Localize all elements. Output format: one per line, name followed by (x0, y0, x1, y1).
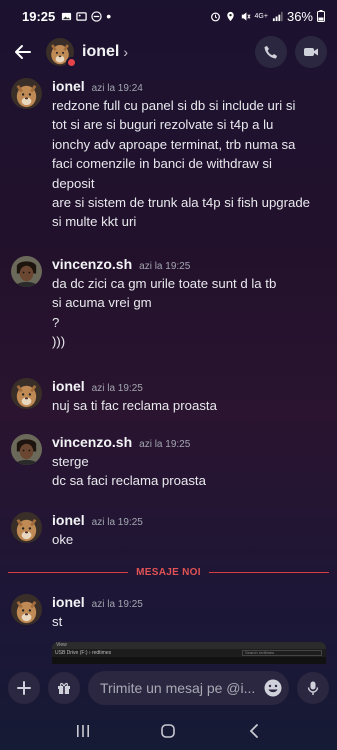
phone-icon (264, 46, 277, 59)
back-arrow-icon[interactable] (10, 39, 36, 65)
message-author[interactable]: ionel (52, 594, 85, 610)
message-input[interactable] (100, 680, 263, 696)
location-icon (226, 11, 234, 21)
avatar[interactable] (11, 512, 42, 543)
gift-button[interactable] (48, 672, 80, 704)
channel-header: ionel › (0, 32, 337, 72)
message-line: deposit (52, 175, 95, 191)
attachment-search-text: Search redtimes (242, 650, 322, 656)
avatar[interactable] (11, 378, 42, 409)
back-chevron-icon (249, 724, 259, 738)
home-icon (161, 724, 176, 738)
message-line: tot si are si buguri rezolvate si t4p a … (52, 117, 274, 133)
message-line: nuj sa ti fac reclama proasta (52, 398, 217, 413)
message-line: sterge (52, 454, 89, 469)
message-timestamp: azi la 19:24 (91, 83, 143, 94)
message-author[interactable]: ionel (52, 78, 85, 94)
notification-dot-icon: • (106, 8, 112, 24)
message-author[interactable]: vincenzo.sh (52, 434, 132, 450)
message-timestamp: azi la 19:25 (139, 261, 191, 272)
message-line: faci comenzile in banci de withdraw si (52, 156, 272, 172)
image-attachment[interactable]: View USB Drive (F:) › redtimes Search re… (52, 642, 326, 664)
message-timestamp: azi la 19:25 (91, 599, 143, 610)
avatar[interactable] (11, 594, 42, 625)
message-input-wrapper[interactable] (88, 671, 289, 705)
message-line: dc sa faci reclama proasta (52, 473, 206, 489)
video-camera-icon (304, 48, 318, 56)
dnd-status-icon (66, 57, 77, 68)
avatar[interactable] (11, 78, 42, 109)
message-author[interactable]: vincenzo.sh (52, 256, 132, 272)
new-messages-label: MESAJE NOI (136, 566, 201, 578)
message-line: are si sistem de trunk ala t4p si fish u… (52, 195, 311, 211)
voice-call-button[interactable] (255, 36, 287, 68)
message-timestamp: azi la 19:25 (139, 439, 191, 450)
system-navigation-bar (0, 712, 337, 750)
message-composer (0, 666, 337, 710)
new-messages-divider: MESAJE NOI (0, 564, 337, 580)
battery-percent: 36% (286, 8, 313, 24)
header-avatar[interactable] (46, 38, 77, 68)
battery-icon (317, 10, 325, 22)
avatar[interactable] (11, 434, 42, 465)
signal-icon (272, 11, 283, 21)
gift-icon (58, 682, 70, 694)
message-line: ionchy adv aproape terminat, trb numa sa (52, 136, 296, 152)
back-button[interactable] (234, 716, 274, 746)
recent-apps-button[interactable] (63, 716, 103, 746)
emoji-icon[interactable] (263, 678, 283, 698)
image-icon (62, 12, 72, 20)
add-attachment-button[interactable] (8, 672, 40, 704)
message-timestamp: azi la 19:25 (91, 383, 143, 394)
chevron-right-icon[interactable]: › (123, 44, 128, 60)
plus-icon (17, 681, 31, 695)
status-time: 19:25 (22, 8, 56, 24)
attachment-menu-text: View (52, 642, 326, 649)
message-line: oke (52, 532, 74, 547)
message-author[interactable]: ionel (52, 378, 85, 394)
message-list[interactable]: ionel azi la 19:24 redzone full cu panel… (0, 74, 337, 664)
mute-icon (241, 11, 251, 21)
network-type: 4G+ (254, 12, 268, 20)
voice-message-button[interactable] (297, 672, 329, 704)
microphone-icon (307, 681, 319, 695)
message-line: ))) (52, 334, 66, 350)
message-line: st (52, 614, 63, 629)
message-author[interactable]: ionel (52, 512, 85, 528)
home-button[interactable] (148, 716, 188, 746)
attachment-path-text: USB Drive (F:) › redtimes (55, 650, 112, 656)
video-call-button[interactable] (295, 36, 327, 68)
recent-apps-icon (76, 725, 89, 737)
alarm-icon (210, 12, 220, 21)
header-title[interactable]: ionel (82, 43, 119, 61)
avatar[interactable] (11, 256, 42, 287)
message-line: si acuma vrei gm (52, 295, 152, 311)
message-timestamp: azi la 19:25 (91, 517, 143, 528)
message-line: si multe kkt uri (52, 214, 137, 230)
message-line: da dc zici ca gm urile toate sunt d la t… (52, 276, 277, 291)
message-line: redzone full cu panel si db si include u… (52, 98, 296, 113)
minus-circle-icon (91, 10, 102, 22)
message-line: ? (52, 314, 60, 330)
status-bar: 19:25 • 4G+ 36% (0, 0, 337, 32)
gallery-icon (76, 11, 87, 21)
